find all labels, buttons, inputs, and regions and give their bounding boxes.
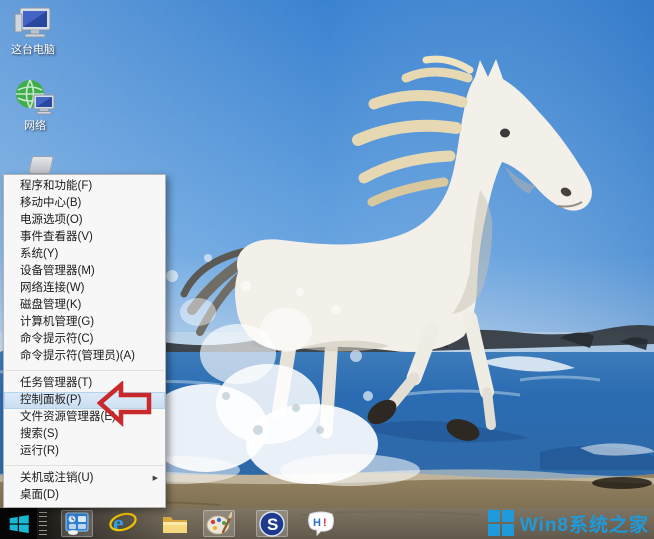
folder-icon xyxy=(162,513,188,535)
menu-item-mobility-center[interactable]: 移动中心(B) xyxy=(4,195,165,212)
windows-logo-icon xyxy=(8,513,30,535)
taskbar-item-sogou[interactable]: S xyxy=(256,510,288,537)
menu-item-device-manager[interactable]: 设备管理器(M) xyxy=(4,263,165,280)
hi-chat-icon: H ! xyxy=(307,511,335,537)
menu-item-search[interactable]: 搜索(S) xyxy=(4,426,165,443)
desktop-icon-this-pc[interactable]: 这台电脑 xyxy=(4,6,62,56)
menu-item-event-viewer[interactable]: 事件查看器(V) xyxy=(4,229,165,246)
taskbar-item-file-explorer[interactable] xyxy=(159,510,191,537)
desktop: 这台电脑 网络 程序和功能(F) 移动中心(B) 电源选项(O) 事件查看器(V… xyxy=(0,0,654,539)
desktop-icon-network[interactable]: 网络 xyxy=(6,78,64,132)
menu-item-disk-management[interactable]: 磁盘管理(K) xyxy=(4,297,165,314)
menu-separator xyxy=(5,370,164,371)
desktop-icon-label: 网络 xyxy=(6,120,64,132)
menu-item-run[interactable]: 运行(R) xyxy=(4,443,165,460)
svg-text:H: H xyxy=(313,517,321,529)
computer-icon xyxy=(13,6,53,42)
desktop-icon-label: 这台电脑 xyxy=(4,44,62,56)
menu-separator xyxy=(5,465,164,466)
ie-icon: e xyxy=(109,510,137,537)
taskbar-item-hi-messenger[interactable]: H ! xyxy=(305,510,337,537)
menu-item-command-prompt[interactable]: 命令提示符(C) xyxy=(4,331,165,348)
taskbar-grip xyxy=(39,512,47,535)
menu-item-network-connections[interactable]: 网络连接(W) xyxy=(4,280,165,297)
sogou-icon: S xyxy=(259,511,285,537)
menu-item-power-options[interactable]: 电源选项(O) xyxy=(4,212,165,229)
menu-item-label: 关机或注销(U) xyxy=(20,472,93,484)
annotation-arrow-icon xyxy=(97,381,153,427)
taskbar: e S xyxy=(0,508,654,539)
menu-item-desktop[interactable]: 桌面(D) xyxy=(4,487,165,504)
taskbar-item-gadgets[interactable] xyxy=(61,510,93,537)
menu-item-shutdown-signout[interactable]: 关机或注销(U) ▶ xyxy=(4,470,165,487)
partially-hidden-desktop-icon xyxy=(28,156,54,174)
svg-text:S: S xyxy=(267,515,278,534)
menu-item-system[interactable]: 系统(Y) xyxy=(4,246,165,263)
menu-item-command-prompt-admin[interactable]: 命令提示符(管理员)(A) xyxy=(4,348,165,365)
menu-item-computer-management[interactable]: 计算机管理(G) xyxy=(4,314,165,331)
palette-icon xyxy=(206,512,232,536)
submenu-arrow-icon: ▶ xyxy=(153,470,158,487)
gadgets-icon xyxy=(65,512,89,535)
svg-text:!: ! xyxy=(323,517,327,529)
taskbar-item-internet-explorer[interactable]: e xyxy=(107,510,139,537)
network-icon xyxy=(14,78,56,118)
taskbar-item-paint[interactable] xyxy=(203,510,235,537)
winx-menu: 程序和功能(F) 移动中心(B) 电源选项(O) 事件查看器(V) 系统(Y) … xyxy=(3,174,166,508)
menu-item-programs-features[interactable]: 程序和功能(F) xyxy=(4,178,165,195)
start-button[interactable] xyxy=(0,508,37,539)
